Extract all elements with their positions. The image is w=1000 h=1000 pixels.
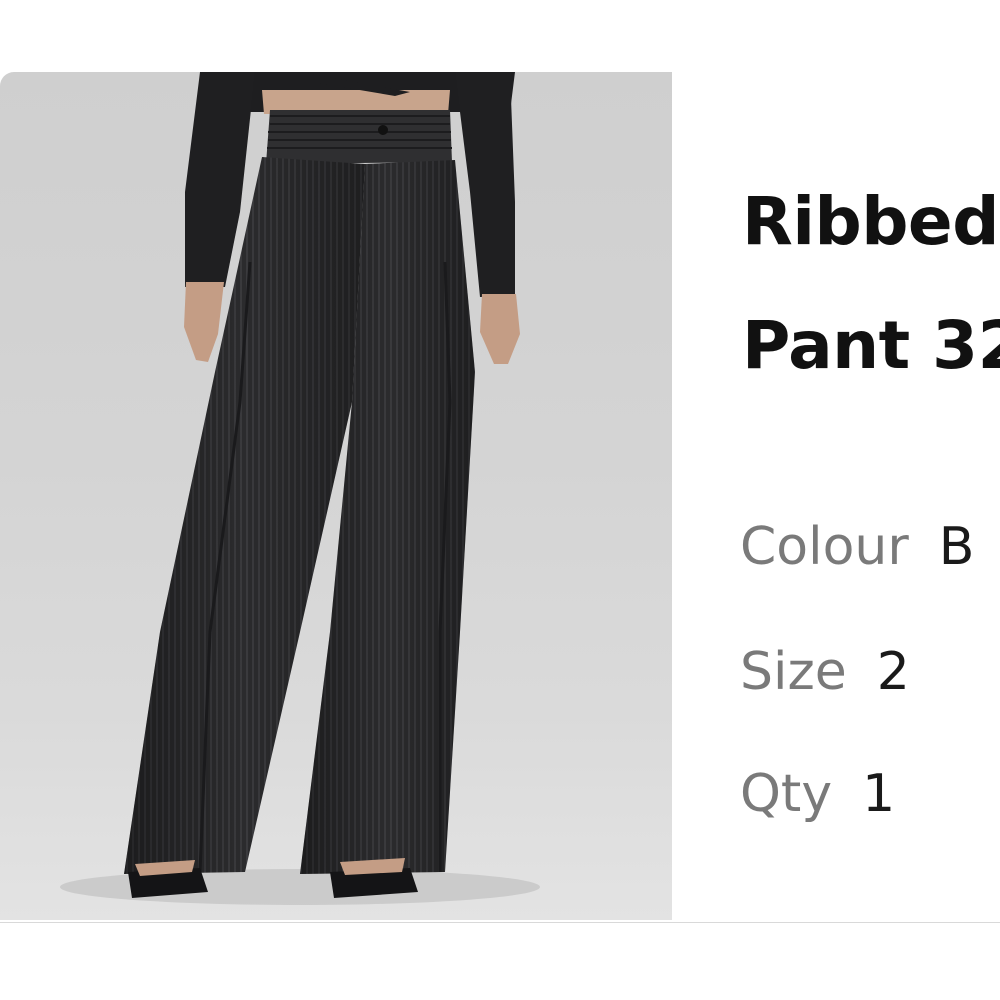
product-image[interactable]	[0, 72, 672, 920]
size-value: 2	[876, 642, 910, 702]
qty-value: 1	[862, 764, 896, 824]
colour-attribute: Colour B	[740, 517, 974, 577]
cart-item-card[interactable]: Ribbed Pant 32 Colour B Size 2 Qty 1	[0, 72, 1000, 923]
colour-label: Colour	[740, 517, 909, 577]
size-attribute: Size 2	[740, 642, 910, 702]
product-title-line1: Ribbed	[742, 183, 999, 260]
colour-value: B	[938, 517, 975, 577]
qty-label: Qty	[740, 764, 833, 824]
qty-attribute: Qty 1	[740, 764, 895, 824]
product-title-line2: Pant 32	[742, 307, 1000, 384]
size-label: Size	[740, 642, 847, 702]
product-title[interactable]: Ribbed Pant 32	[742, 160, 1000, 408]
